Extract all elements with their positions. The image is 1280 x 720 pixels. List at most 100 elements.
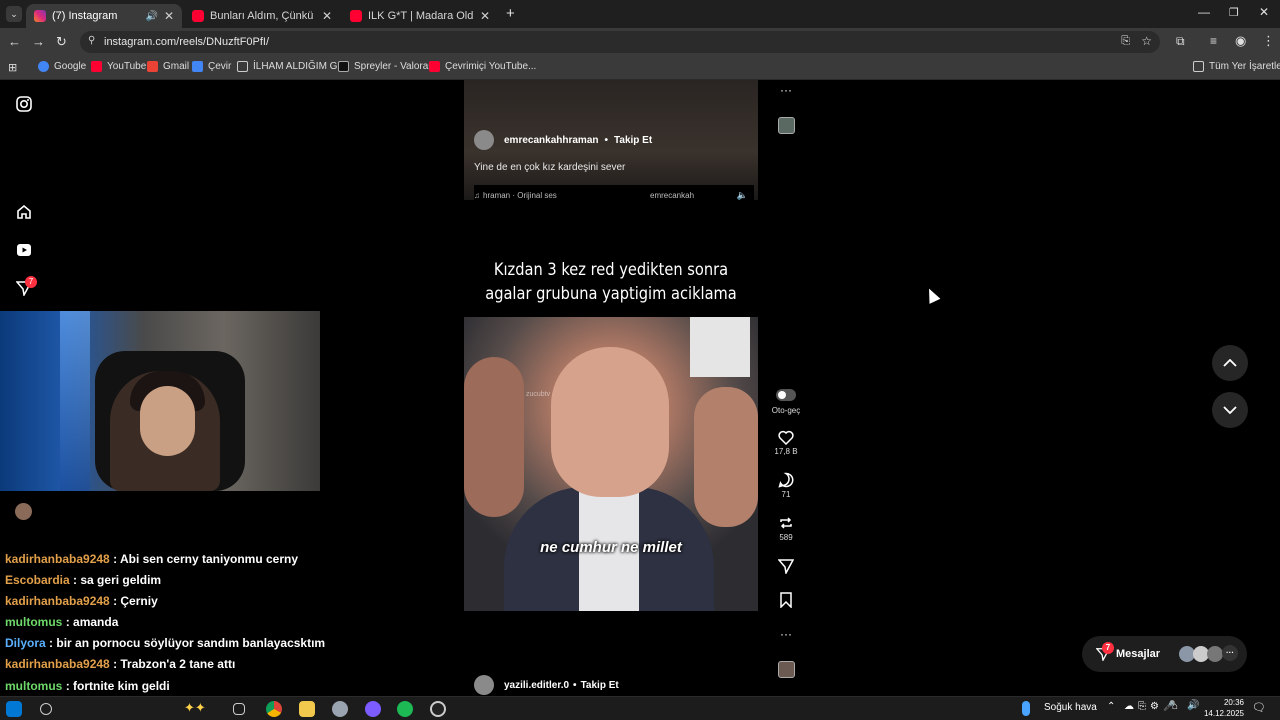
tab-title: (7) Instagram [52, 10, 118, 22]
like-count: 17,8 B [774, 447, 798, 456]
follow-button[interactable]: Takip Et [614, 135, 652, 146]
chat-username: Escobardia [5, 573, 70, 587]
search-icon[interactable] [40, 703, 52, 715]
speaker-icon[interactable]: 🔊 [145, 11, 157, 22]
chrome-icon[interactable] [266, 701, 282, 717]
bookmark-label: Çevrimiçi YouTube... [445, 61, 537, 72]
chat-message: Escobardia : sa geri geldim [5, 570, 325, 591]
new-tab-button[interactable]: + [506, 5, 515, 22]
username[interactable]: emrecankahhraman [504, 135, 599, 146]
chat-username: kadirhanbaba9248 [5, 552, 110, 566]
tab-youtube-1[interactable]: Bunları Aldım, Çünkü Satıyorlar ✕ [184, 4, 340, 28]
audio-thumbnail[interactable] [768, 661, 804, 678]
all-bookmarks[interactable]: Tüm Yer İşaretleri [1193, 61, 1280, 72]
start-icon[interactable] [6, 701, 22, 717]
file-explorer-icon[interactable] [299, 701, 315, 717]
autoplay-label: Oto-geç [771, 406, 801, 415]
chat-message: multomus : amanda [5, 612, 325, 633]
comment-button[interactable]: 71 [768, 472, 804, 499]
chat-text: : bir an pornocu söylüyor sandım banlaya… [49, 636, 326, 650]
back-button[interactable]: ← [8, 34, 21, 49]
profile-avatar[interactable] [15, 503, 32, 520]
media-controls-icon[interactable]: ≡ [1210, 34, 1217, 48]
mouse-cursor [923, 286, 941, 304]
comment-count: 71 [781, 490, 791, 499]
app-icon[interactable] [332, 701, 348, 717]
username[interactable]: yazili.editler.0 [504, 680, 569, 691]
tab-search-button[interactable]: ⌄ [6, 6, 22, 22]
tab-youtube-2[interactable]: ILK G*T | Madara Olduk #618 - ✕ [342, 4, 498, 28]
bookmark-translate[interactable]: Çevir [192, 61, 231, 72]
bookmark-folder-ilham[interactable]: İLHAM ALDIĞIM G... [237, 61, 346, 72]
follow-button[interactable]: Takip Et [581, 680, 619, 691]
avatar[interactable] [474, 675, 494, 695]
chat-username: multomus [5, 679, 63, 693]
clock[interactable]: 20:36 14.12.2025 [1200, 697, 1244, 719]
autoplay-toggle[interactable] [768, 388, 804, 402]
chat-message: Dilyora : bir an pornocu söylüyor sandım… [5, 633, 325, 654]
apps-icon[interactable]: ⊞ [8, 61, 17, 74]
bookmark-star-icon[interactable]: ☆ [1141, 34, 1152, 48]
messages-button[interactable]: 7 Mesajlar ··· [1082, 636, 1247, 672]
reload-button[interactable]: ↻ [56, 34, 67, 50]
spotify-icon[interactable] [397, 701, 413, 717]
audio-bar[interactable]: ♫ hraman · Orijinal ses emrecankah 🔈 [474, 185, 754, 205]
bookmark-icon [780, 592, 792, 608]
reel-viewer[interactable]: emrecankahhraman • Takip Et Yine de en ç… [464, 80, 758, 696]
task-view-icon[interactable] [233, 703, 245, 715]
home-icon[interactable] [16, 204, 32, 225]
bookmark-google[interactable]: Google [38, 61, 86, 72]
share-button[interactable] [768, 558, 804, 576]
like-button[interactable]: 17,8 B [768, 430, 804, 456]
chat-text: : amanda [65, 615, 119, 629]
forward-button[interactable]: → [32, 34, 45, 49]
install-app-icon[interactable]: ⎘ [1121, 35, 1130, 48]
youtube-favicon-icon [192, 10, 204, 22]
toggle-switch[interactable] [776, 389, 796, 401]
more-options-icon[interactable]: ··· [768, 83, 804, 97]
site-info-icon[interactable]: ⚲ [88, 35, 95, 46]
previous-reel[interactable]: emrecankahhraman • Takip Et Yine de en ç… [464, 80, 758, 200]
chat-text: : Çerniy [113, 594, 158, 608]
clock-date: 14.12.2025 [1203, 709, 1244, 718]
comment-icon [778, 472, 794, 488]
messages-icon[interactable]: 7 [15, 276, 37, 301]
reels-icon[interactable] [16, 242, 32, 263]
next-reel-button[interactable] [1212, 392, 1248, 428]
close-tab-icon[interactable]: ✕ [164, 9, 174, 23]
avatar[interactable] [474, 130, 494, 150]
reel-video-frame[interactable]: zucubtv [464, 317, 758, 611]
sparkle-icon[interactable]: ✦✦ [184, 700, 206, 716]
close-window-button[interactable]: ✕ [1259, 5, 1269, 19]
network-icon[interactable]: ⌂ [1172, 701, 1178, 712]
save-button[interactable] [768, 592, 804, 610]
discord-icon[interactable] [365, 701, 381, 717]
menu-icon[interactable]: ⋮ [1262, 33, 1275, 49]
bookmark-gmail[interactable]: Gmail [147, 61, 189, 72]
close-tab-icon[interactable]: ✕ [322, 9, 332, 23]
obs-icon[interactable] [430, 701, 446, 717]
profile-icon[interactable]: ◉ [1235, 33, 1246, 49]
bookmark-valorant[interactable]: Spreyler - Valorant [338, 61, 437, 72]
bookmark-label: İLHAM ALDIĞIM G... [253, 61, 346, 72]
bookmark-youtube[interactable]: YouTube [91, 61, 146, 72]
mute-icon[interactable]: 🔈 [737, 190, 748, 201]
more-options-icon[interactable]: ··· [768, 627, 804, 641]
tray-chevron-icon[interactable]: ⌃ [1107, 701, 1115, 712]
instagram-logo-icon[interactable] [16, 96, 32, 117]
extensions-icon[interactable]: ⧉ [1176, 34, 1185, 49]
previous-reel-button[interactable] [1212, 345, 1248, 381]
address-bar[interactable]: ⚲ instagram.com/reels/DNuzftF0PfI/ ⎘ ☆ [80, 31, 1160, 53]
repost-button[interactable]: 589 [768, 515, 804, 542]
weather-text[interactable]: Soğuk hava [1044, 702, 1097, 713]
bookmark-youtube-online[interactable]: Çevrimiçi YouTube... [429, 61, 536, 72]
audio-thumbnail[interactable] [768, 117, 804, 134]
tab-instagram[interactable]: (7) Instagram 🔊 ✕ [26, 4, 182, 28]
notification-center-icon[interactable]: 🗨 [1252, 701, 1266, 714]
restore-window-button[interactable]: ❐ [1229, 6, 1239, 19]
weather-icon[interactable] [1022, 701, 1030, 716]
volume-icon[interactable]: 🔊 [1187, 700, 1199, 711]
chat-message: kadirhanbaba9248 : Trabzon'a 2 tane attı [5, 654, 325, 675]
close-tab-icon[interactable]: ✕ [480, 9, 490, 23]
minimize-window-button[interactable]: — [1198, 5, 1210, 19]
